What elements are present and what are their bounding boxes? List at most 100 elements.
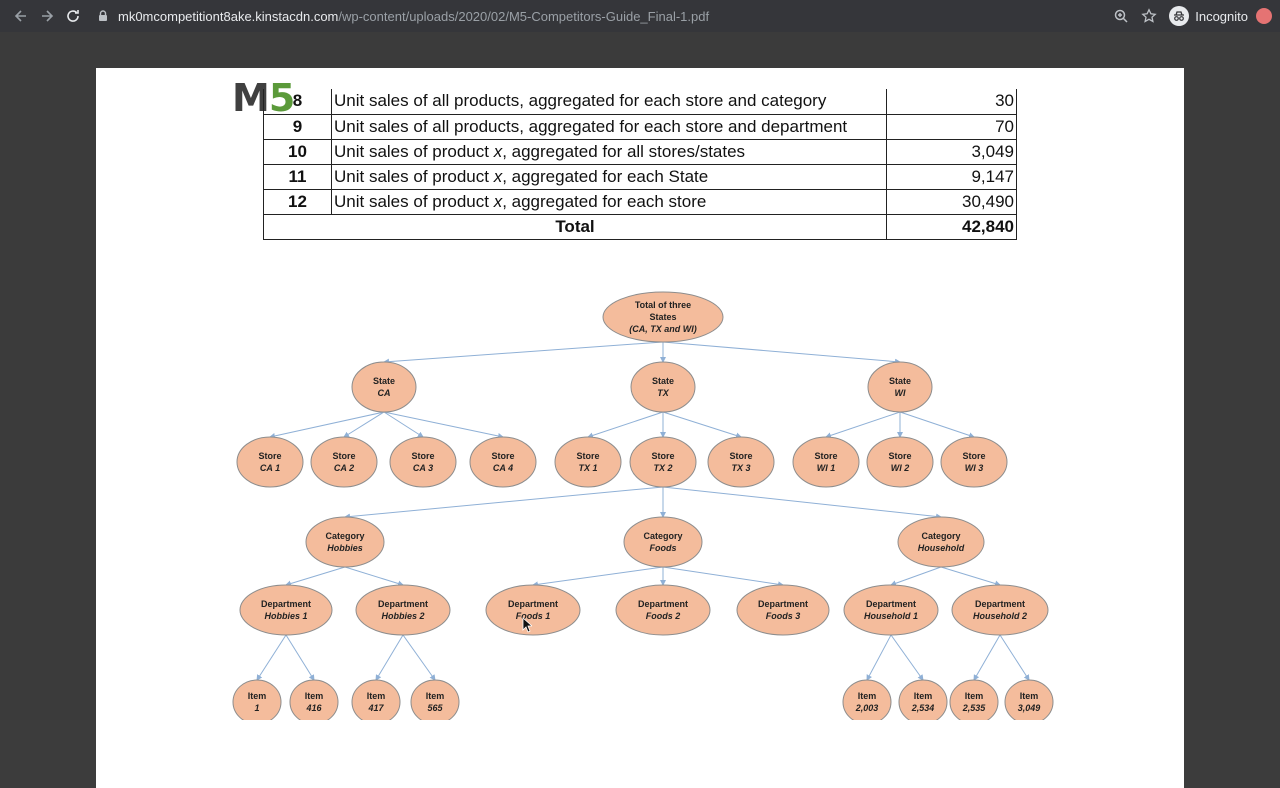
node-label: Category <box>643 531 682 541</box>
node-label: Foods 1 <box>516 611 551 621</box>
node-label: Item <box>858 691 877 701</box>
node-shape <box>305 516 385 568</box>
aggregation-levels-table: 8 Unit sales of all products, aggregated … <box>263 89 1017 240</box>
node-label: State <box>652 376 674 386</box>
node-label: 416 <box>305 703 322 713</box>
level-description: Unit sales of product x, aggregated for … <box>331 188 887 215</box>
url-path: /wp-content/uploads/2020/02/M5-Competito… <box>338 8 710 24</box>
node-item: Item 2,003 <box>842 679 892 720</box>
url-text: mk0mcompetitiont8ake.kinstacdn.com/wp-co… <box>118 9 709 24</box>
node-label: Store <box>729 451 752 461</box>
node-shape <box>236 436 304 488</box>
forward-icon[interactable] <box>36 5 58 27</box>
node-item: Item 417 <box>351 679 401 720</box>
node-label: 3,049 <box>1018 703 1041 713</box>
table-row: 9 Unit sales of all products, aggregated … <box>263 113 1017 140</box>
node-shape <box>623 516 703 568</box>
url-host: mk0mcompetitiont8ake.kinstacdn.com <box>118 8 339 24</box>
node-shape <box>485 584 581 636</box>
node-label: CA 4 <box>493 463 513 473</box>
node-label: Store <box>651 451 674 461</box>
zoom-icon[interactable] <box>1107 2 1135 30</box>
back-icon[interactable] <box>10 5 32 27</box>
level-number: 8 <box>263 89 332 115</box>
node-shape <box>469 436 537 488</box>
lock-icon <box>99 10 107 21</box>
node-shape <box>389 436 457 488</box>
node-label: 2,003 <box>855 703 879 713</box>
node-label: Department <box>508 599 558 609</box>
node-department: Department Household 2 <box>951 584 1049 636</box>
table-row: 8 Unit sales of all products, aggregated … <box>263 89 1017 115</box>
node-shape <box>866 436 934 488</box>
node-item: Item 1 <box>232 679 282 720</box>
node-label: Store <box>491 451 514 461</box>
node-label: Foods 3 <box>766 611 801 621</box>
reload-icon[interactable] <box>62 5 84 27</box>
table-row: 10 Unit sales of product x, aggregated fo… <box>263 138 1017 165</box>
node-category: Category Household <box>897 516 985 568</box>
node-shape <box>940 436 1008 488</box>
node-store: Store CA 2 <box>310 436 378 488</box>
node-label: Store <box>962 451 985 461</box>
node-label: 565 <box>427 703 443 713</box>
series-count: 3,049 <box>886 138 1017 165</box>
address-bar[interactable]: mk0mcompetitiont8ake.kinstacdn.com/wp-co… <box>96 4 1146 28</box>
node-label: Store <box>258 451 281 461</box>
node-shape <box>792 436 860 488</box>
node-label: 2,534 <box>911 703 935 713</box>
node-store: Store WI 3 <box>940 436 1008 488</box>
level-number: 10 <box>263 138 332 165</box>
level-number: 12 <box>263 188 332 215</box>
node-label: TX 2 <box>653 463 672 473</box>
node-label: TX 3 <box>731 463 750 473</box>
node-label: Department <box>378 599 428 609</box>
star-icon[interactable] <box>1135 2 1163 30</box>
node-label: WI 1 <box>817 463 836 473</box>
table-row: 12 Unit sales of product x, aggregated fo… <box>263 188 1017 215</box>
node-department: Department Foods 3 <box>736 584 830 636</box>
node-shape <box>736 584 830 636</box>
extension-icon[interactable] <box>1256 8 1272 24</box>
node-store: Store WI 2 <box>866 436 934 488</box>
node-department: Department Hobbies 2 <box>355 584 451 636</box>
node-label: States <box>649 312 676 322</box>
node-label: CA 1 <box>260 463 280 473</box>
node-label: Store <box>411 451 434 461</box>
table-row: 11 Unit sales of product x, aggregated fo… <box>263 163 1017 190</box>
node-label: Total of three <box>635 300 691 310</box>
node-label: Item <box>914 691 933 701</box>
node-label: Department <box>758 599 808 609</box>
node-shape <box>707 436 775 488</box>
node-label: Item <box>305 691 324 701</box>
node-shape <box>951 584 1049 636</box>
node-label: Item <box>426 691 445 701</box>
node-shape <box>554 436 622 488</box>
node-shape <box>351 361 417 413</box>
node-label: 1 <box>254 703 259 713</box>
node-label: State <box>889 376 911 386</box>
level-description: Unit sales of product x, aggregated for … <box>331 138 887 165</box>
node-shape <box>867 361 933 413</box>
level-description: Unit sales of all products, aggregated f… <box>331 113 887 140</box>
node-category: Category Hobbies <box>305 516 385 568</box>
node-category: Category Foods <box>623 516 703 568</box>
node-label: TX <box>657 388 669 398</box>
series-count: 9,147 <box>886 163 1017 190</box>
node-label: WI 3 <box>965 463 984 473</box>
series-count: 30 <box>886 89 1017 115</box>
node-label: Household 2 <box>973 611 1027 621</box>
level-description: Unit sales of all products, aggregated f… <box>331 89 887 115</box>
node-label: 417 <box>367 703 384 713</box>
node-label: Hobbies <box>327 543 363 553</box>
node-shape <box>629 436 697 488</box>
node-shape <box>239 584 333 636</box>
level-number: 11 <box>263 163 332 190</box>
node-department: Department Foods 2 <box>615 584 711 636</box>
node-label: WI 2 <box>891 463 910 473</box>
level-number: 9 <box>263 113 332 140</box>
node-store: Store CA 1 <box>236 436 304 488</box>
node-label: Department <box>638 599 688 609</box>
profile-button[interactable]: Incognito <box>1169 6 1248 26</box>
node-store: Store CA 3 <box>389 436 457 488</box>
